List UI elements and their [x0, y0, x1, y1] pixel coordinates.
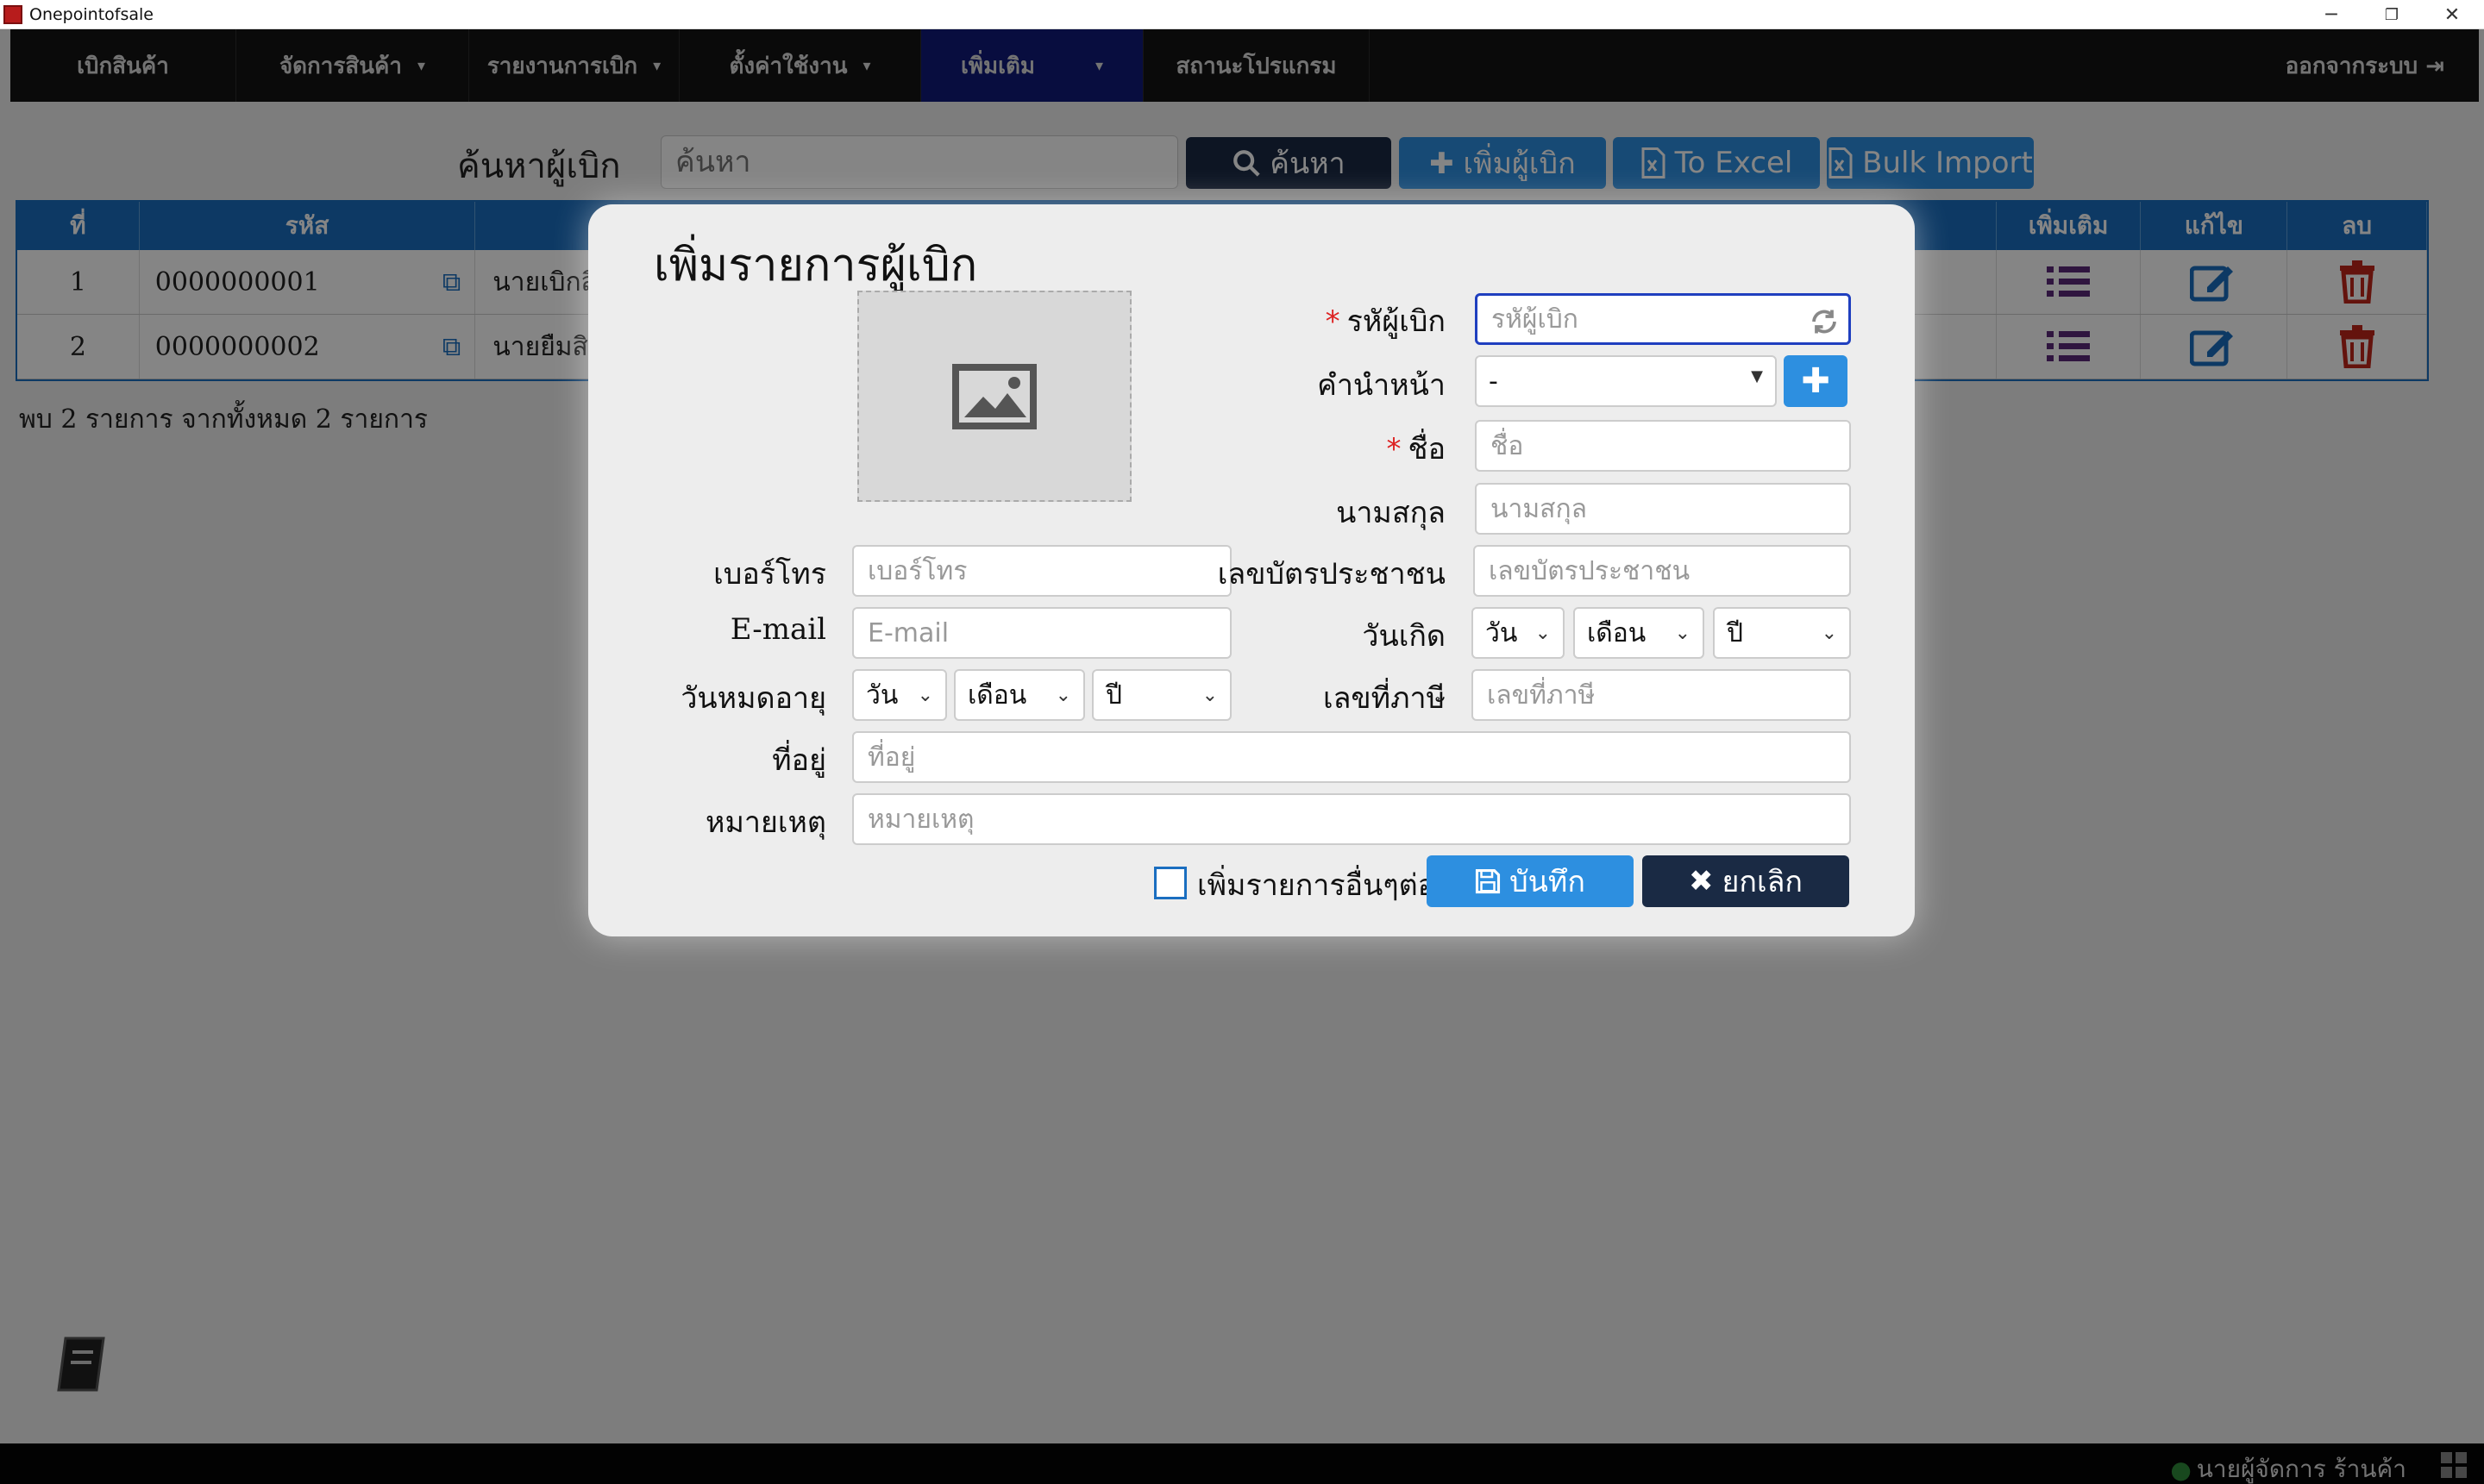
phone-label: เบอร์โทร: [713, 557, 826, 592]
birth-year-value: ปี: [1727, 617, 1744, 648]
email-label: E-mail: [730, 612, 826, 647]
idcard-input[interactable]: เลขบัตรประชาชน: [1473, 545, 1851, 597]
add-prefix-button[interactable]: ✚: [1784, 355, 1847, 407]
chevron-down-icon: ⌄: [1201, 685, 1218, 706]
save-label: บันทึก: [1509, 865, 1585, 899]
prefix-select[interactable]: - ▼: [1475, 355, 1777, 407]
minimize-button[interactable]: ─: [2301, 0, 2362, 29]
chevron-down-icon: ⌄: [917, 685, 933, 706]
chevron-down-icon: ⌄: [1055, 685, 1071, 706]
phone-input[interactable]: เบอร์โทร: [852, 545, 1232, 597]
save-button[interactable]: บันทึก: [1427, 855, 1634, 907]
restore-button[interactable]: ❐: [2362, 0, 2422, 29]
taxid-input[interactable]: เลขที่ภาษี: [1471, 669, 1851, 721]
prefix-label: คำนำหน้า: [1317, 368, 1446, 403]
chevron-down-icon: ⌄: [1674, 623, 1690, 644]
cancel-button[interactable]: ✖ ยกเลิก: [1642, 855, 1849, 907]
continue-adding-checkbox[interactable]: [1154, 867, 1187, 899]
address-label: ที่อยู่: [772, 743, 826, 778]
caret-down-icon: ▼: [1751, 367, 1763, 385]
idcard-label: เลขบัตรประชาชน: [1217, 557, 1446, 592]
firstname-label-text: ชื่อ: [1408, 432, 1446, 466]
birth-month-select[interactable]: เดือน ⌄: [1573, 607, 1704, 659]
note-input[interactable]: หมายเหตุ: [852, 793, 1851, 845]
birthdate-label: วันเกิด: [1362, 619, 1446, 654]
chevron-down-icon: ⌄: [1534, 623, 1551, 644]
floppy-disk-icon: [1476, 868, 1501, 894]
lastname-label: นามสกุล: [1336, 496, 1446, 530]
dialog-title: เพิ่มรายการผู้เบิก: [654, 240, 978, 291]
expiry-day-value: วัน: [866, 679, 899, 711]
birth-month-value: เดือน: [1587, 617, 1647, 648]
birth-day-select[interactable]: วัน ⌄: [1471, 607, 1565, 659]
email-input[interactable]: E-mail: [852, 607, 1232, 659]
note-label: หมายเหตุ: [706, 805, 826, 840]
plus-icon: ✚: [1801, 361, 1830, 401]
required-mark: *: [1386, 432, 1402, 466]
birth-year-select[interactable]: ปี ⌄: [1713, 607, 1851, 659]
window-title: Onepointofsale: [29, 4, 154, 24]
close-icon: ✖: [1688, 864, 1714, 899]
photo-upload-box[interactable]: [857, 291, 1132, 502]
prefix-value: -: [1489, 366, 1498, 397]
firstname-input[interactable]: ชื่อ: [1475, 420, 1851, 472]
chevron-down-icon: ⌄: [1821, 623, 1837, 644]
add-requester-dialog: เพิ่มรายการผู้เบิก * รหัผู้เบิก รหัผู้เบิ…: [588, 204, 1915, 936]
close-window-button[interactable]: ✕: [2422, 0, 2482, 29]
expiry-year-select[interactable]: ปี ⌄: [1092, 669, 1232, 721]
continue-adding-label[interactable]: เพิ่มรายการอื่นๆต่อ: [1197, 861, 1435, 908]
expiry-year-value: ปี: [1106, 679, 1123, 711]
window-titlebar: Onepointofsale ─ ❐ ✕: [0, 0, 2484, 29]
code-label-text: รหัผู้เบิก: [1346, 304, 1446, 339]
expiry-label: วันหมดอายุ: [681, 681, 826, 716]
address-input[interactable]: ที่อยู่: [852, 731, 1851, 783]
taxid-label: เลขที่ภาษี: [1322, 681, 1446, 716]
lastname-input[interactable]: นามสกุล: [1475, 483, 1851, 535]
required-mark: *: [1325, 304, 1340, 339]
cancel-label: ยกเลิก: [1722, 865, 1803, 899]
image-placeholder-icon: [952, 363, 1037, 429]
code-placeholder: รหัผู้เบิก: [1491, 304, 1578, 335]
code-label: * รหัผู้เบิก: [1326, 297, 1446, 344]
app-logo-icon: [3, 4, 22, 24]
firstname-label: * ชื่อ: [1387, 425, 1446, 472]
code-input[interactable]: รหัผู้เบิก: [1475, 293, 1851, 345]
refresh-icon[interactable]: [1809, 306, 1840, 337]
birth-day-value: วัน: [1485, 617, 1518, 648]
expiry-month-select[interactable]: เดือน ⌄: [954, 669, 1085, 721]
expiry-month-value: เดือน: [968, 679, 1027, 711]
expiry-day-select[interactable]: วัน ⌄: [852, 669, 947, 721]
